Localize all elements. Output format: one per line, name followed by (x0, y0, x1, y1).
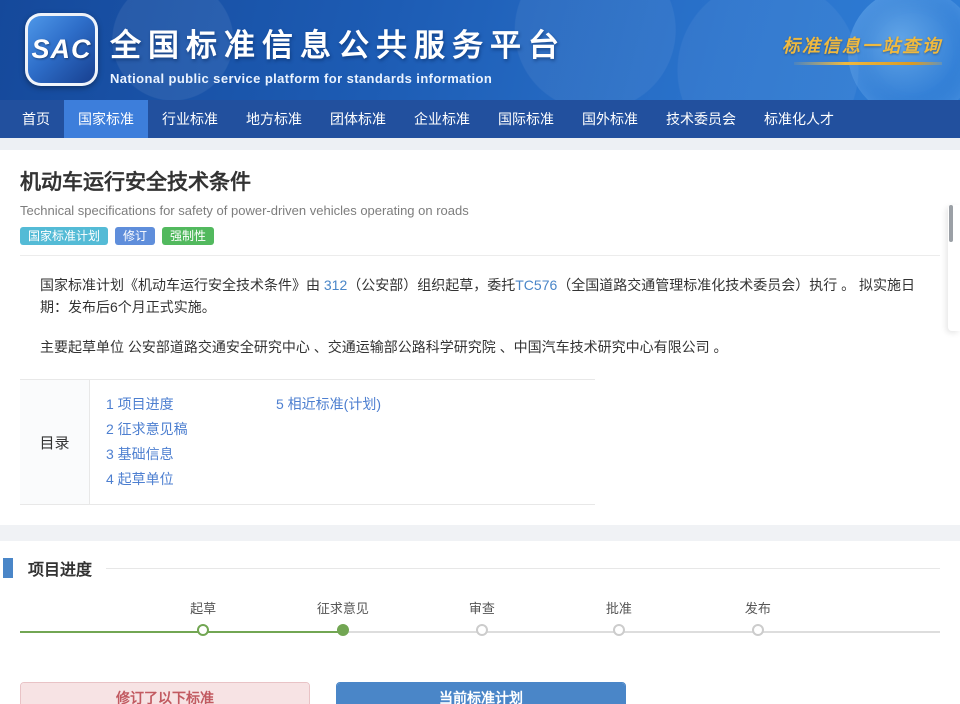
header-slogan-text: 标准信息一站查询 (782, 36, 942, 57)
header-slogan-block: 标准信息一站查询 (782, 32, 942, 65)
step-dot-current-icon (336, 624, 349, 637)
site-title-en: National public service platform for sta… (110, 71, 493, 86)
nav-item-foreign-standards[interactable]: 国外标准 (568, 100, 652, 138)
toc-link-draft-for-comments[interactable]: 2 征求意见稿 (106, 417, 276, 442)
step-approval: 批准 (605, 598, 632, 637)
page-content: 机动车运行安全技术条件 Technical specifications for… (0, 150, 960, 704)
toc-link-basic-info[interactable]: 3 基础信息 (106, 442, 276, 467)
step-review: 审查 (468, 598, 495, 637)
drafting-units-paragraph: 主要起草单位 公安部道路交通安全研究中心 、交通运输部公路科学研究院 、中国汽车… (40, 339, 728, 356)
step-label: 批准 (605, 601, 632, 617)
summary-text: 国家标准计划《机动车运行安全技术条件》由 (40, 277, 324, 293)
progress-section-title: 项目进度 (28, 562, 93, 580)
step-dot-done-icon (197, 624, 210, 637)
badge-mandatory: 强制性 (162, 227, 215, 245)
progress-section-header: 项目进度 (0, 556, 960, 580)
revised-standards-card: 修订了以下标准 GB 7258-2017 （全部代替） 机动车运行安全技术条件 (20, 682, 310, 704)
floating-panel-edge (948, 205, 960, 331)
standards-cards-row: 修订了以下标准 GB 7258-2017 （全部代替） 机动车运行安全技术条件 (20, 682, 940, 704)
current-plan-card: 当前标准计划 20250058-Q-312 正在征求意见 机动车运行安全技术条件 (336, 682, 626, 704)
toc-label: 目录 (20, 380, 90, 505)
step-label: 起草 (190, 601, 217, 617)
toc-link-project-progress[interactable]: 1 项目进度 (106, 392, 276, 417)
step-label: 征求意见 (316, 601, 369, 617)
section-separator (0, 525, 960, 542)
section-accent-bar (3, 558, 13, 579)
toc-link-similar-standards[interactable]: 5 相近标准(计划) (276, 392, 381, 417)
step-label: 发布 (744, 601, 771, 617)
main-nav: 首页 国家标准 行业标准 地方标准 团体标准 企业标准 国际标准 国外标准 技术… (0, 100, 960, 138)
toc-links: 1 项目进度 2 征求意见稿 3 基础信息 4 起草单位 5 相近标准(计划) (90, 380, 595, 504)
step-label: 审查 (468, 601, 495, 617)
sac-logo[interactable]: SAC (25, 13, 98, 86)
nav-item-local-standards[interactable]: 地方标准 (232, 100, 316, 138)
nav-item-enterprise-standards[interactable]: 企业标准 (400, 100, 484, 138)
page-title: 机动车运行安全技术条件 (20, 171, 251, 194)
sac-logo-text: SAC (31, 34, 92, 64)
step-comment-solicitation: 征求意见 (316, 598, 369, 637)
page-head: 机动车运行安全技术条件 Technical specifications for… (0, 150, 960, 245)
step-dot-pending-icon (612, 624, 625, 637)
badge-revision: 修订 (115, 227, 156, 245)
summary-paragraph: 国家标准计划《机动车运行安全技术条件》由 312（公安部）组织起草，委托TC57… (40, 275, 920, 318)
progress-timeline: 起草 征求意见 审查 批准 发布 (20, 598, 940, 646)
current-plan-card-header: 当前标准计划 (337, 683, 625, 704)
step-publication: 发布 (744, 598, 771, 637)
table-of-contents: 目录 1 项目进度 2 征求意见稿 3 基础信息 4 起草单位 5 相近标准(计… (20, 379, 595, 506)
page-subtitle-en: Technical specifications for safety of p… (20, 203, 469, 218)
head-divider (20, 255, 940, 256)
nav-item-national-standards[interactable]: 国家标准 (64, 100, 148, 138)
timeline-progress-fill (20, 631, 343, 634)
summary-text: （公安部）组织起草，委托 (347, 277, 516, 293)
nav-item-group-standards[interactable]: 团体标准 (316, 100, 400, 138)
site-title-cn: 全国标准信息公共服务平台 (110, 28, 566, 63)
badge-row: 国家标准计划 修订 强制性 (20, 227, 940, 245)
department-code-link[interactable]: 312 (324, 277, 347, 293)
nav-item-international-standards[interactable]: 国际标准 (484, 100, 568, 138)
site-header: SAC 全国标准信息公共服务平台 National public service… (0, 0, 960, 100)
nav-item-technical-committee[interactable]: 技术委员会 (652, 100, 750, 138)
nav-content-gap (0, 138, 960, 150)
step-dot-pending-icon (475, 624, 488, 637)
scrollbar-thumb[interactable] (949, 205, 953, 242)
section-rule (106, 567, 940, 569)
site-title-block: 全国标准信息公共服务平台 National public service pla… (110, 20, 566, 86)
badge-national-plan: 国家标准计划 (20, 227, 109, 245)
nav-item-industry-standards[interactable]: 行业标准 (148, 100, 232, 138)
committee-code-link[interactable]: TC576 (515, 277, 557, 293)
toc-link-drafting-units[interactable]: 4 起草单位 (106, 467, 276, 492)
revised-card-header: 修订了以下标准 (21, 683, 309, 704)
nav-item-home[interactable]: 首页 (8, 100, 64, 138)
slogan-underline (794, 62, 942, 65)
step-dot-pending-icon (751, 624, 764, 637)
step-drafting: 起草 (190, 598, 217, 637)
nav-item-standardization-talent[interactable]: 标准化人才 (750, 100, 848, 138)
